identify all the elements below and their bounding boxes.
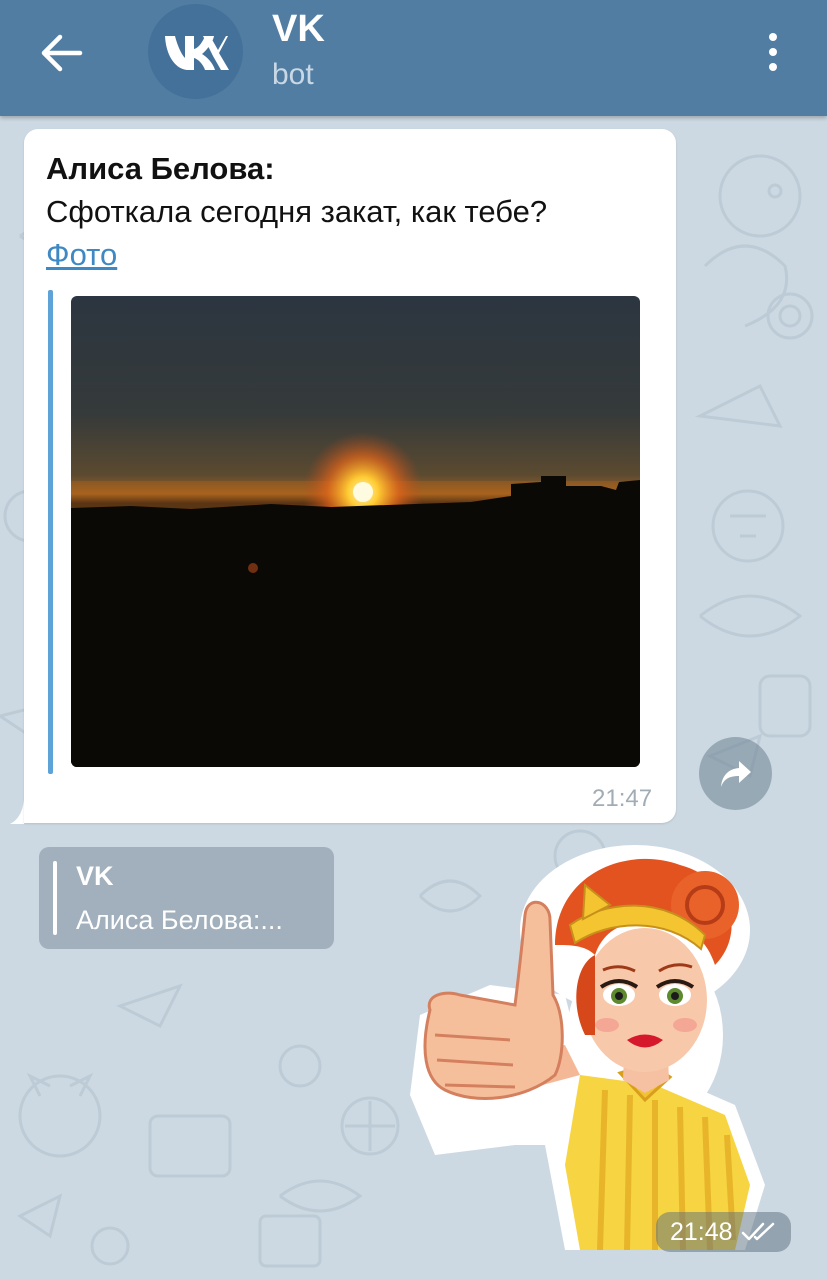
reply-quote-bar (53, 861, 57, 935)
more-options-button[interactable] (748, 22, 798, 82)
link-preview-bar (48, 290, 53, 774)
sticker-time-text: 21:48 (670, 1217, 733, 1246)
thumbs-up-girl-sticker[interactable] (405, 845, 765, 1250)
avatar[interactable] (148, 4, 243, 99)
share-button[interactable] (699, 737, 772, 810)
sunset-photo[interactable] (71, 296, 640, 767)
reply-message[interactable]: VK Алиса Белова:... (39, 847, 334, 949)
message-text: Сфоткала сегодня закат, как тебе? (46, 194, 548, 229)
vk-logo-icon (164, 35, 229, 70)
chat-header: VK bot (0, 0, 827, 116)
sticker-time: 21:48 (656, 1212, 791, 1252)
chat-subtitle: bot (272, 58, 314, 91)
reply-sender: VK (76, 861, 114, 891)
share-icon (720, 760, 751, 787)
message-sender: Алиса Белова: (46, 151, 275, 186)
more-vertical-icon (769, 33, 777, 41)
chat-title: VK (272, 8, 325, 50)
reply-preview-text: Алиса Белова:... (76, 905, 283, 935)
back-button[interactable] (22, 18, 102, 88)
message-time: 21:47 (592, 785, 653, 812)
message-bubble[interactable]: Алиса Белова: Сфоткала сегодня закат, ка… (24, 129, 676, 823)
back-arrow-icon (41, 34, 83, 72)
photo-link[interactable]: Фото (46, 237, 117, 273)
double-check-icon (741, 1222, 774, 1241)
